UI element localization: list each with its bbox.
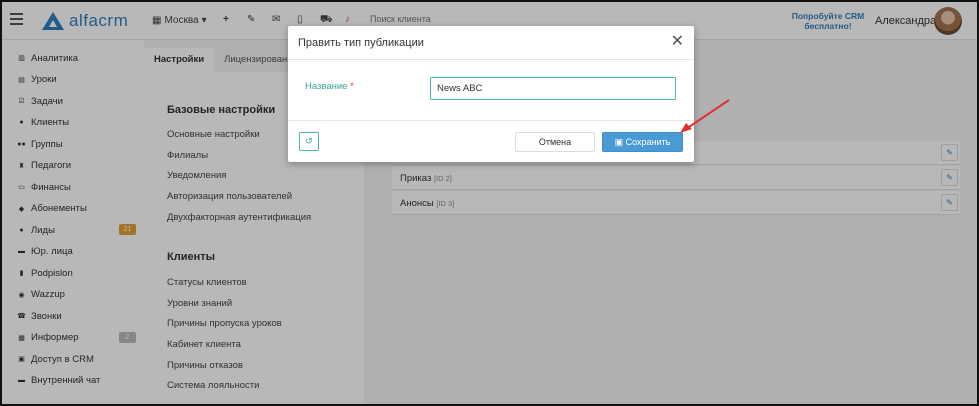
edit-publication-type-dialog: Править тип публикации ✕ Название * ↺ От… <box>288 26 694 162</box>
dialog-footer: ↺ Отмена ▣ Сохранить <box>288 120 694 162</box>
history-button[interactable]: ↺ <box>299 132 319 151</box>
name-field-label: Название * <box>305 81 354 92</box>
close-icon[interactable]: ✕ <box>671 33 684 51</box>
dialog-title: Править тип публикации <box>298 37 424 49</box>
history-icon: ↺ <box>305 136 313 146</box>
annotation-arrow <box>680 99 730 133</box>
save-button[interactable]: ▣ Сохранить <box>602 132 683 152</box>
name-field[interactable] <box>430 77 676 100</box>
floppy-icon: ▣ <box>614 137 624 147</box>
save-button-label: Сохранить <box>625 137 671 147</box>
app-window: alfacrm ▦ Москва ▾ + ✎ ✉ ▯ ⛟ ♪ Попробуйт… <box>0 0 979 406</box>
cancel-button[interactable]: Отмена <box>515 132 595 152</box>
dialog-header: Править тип публикации ✕ <box>288 26 694 60</box>
